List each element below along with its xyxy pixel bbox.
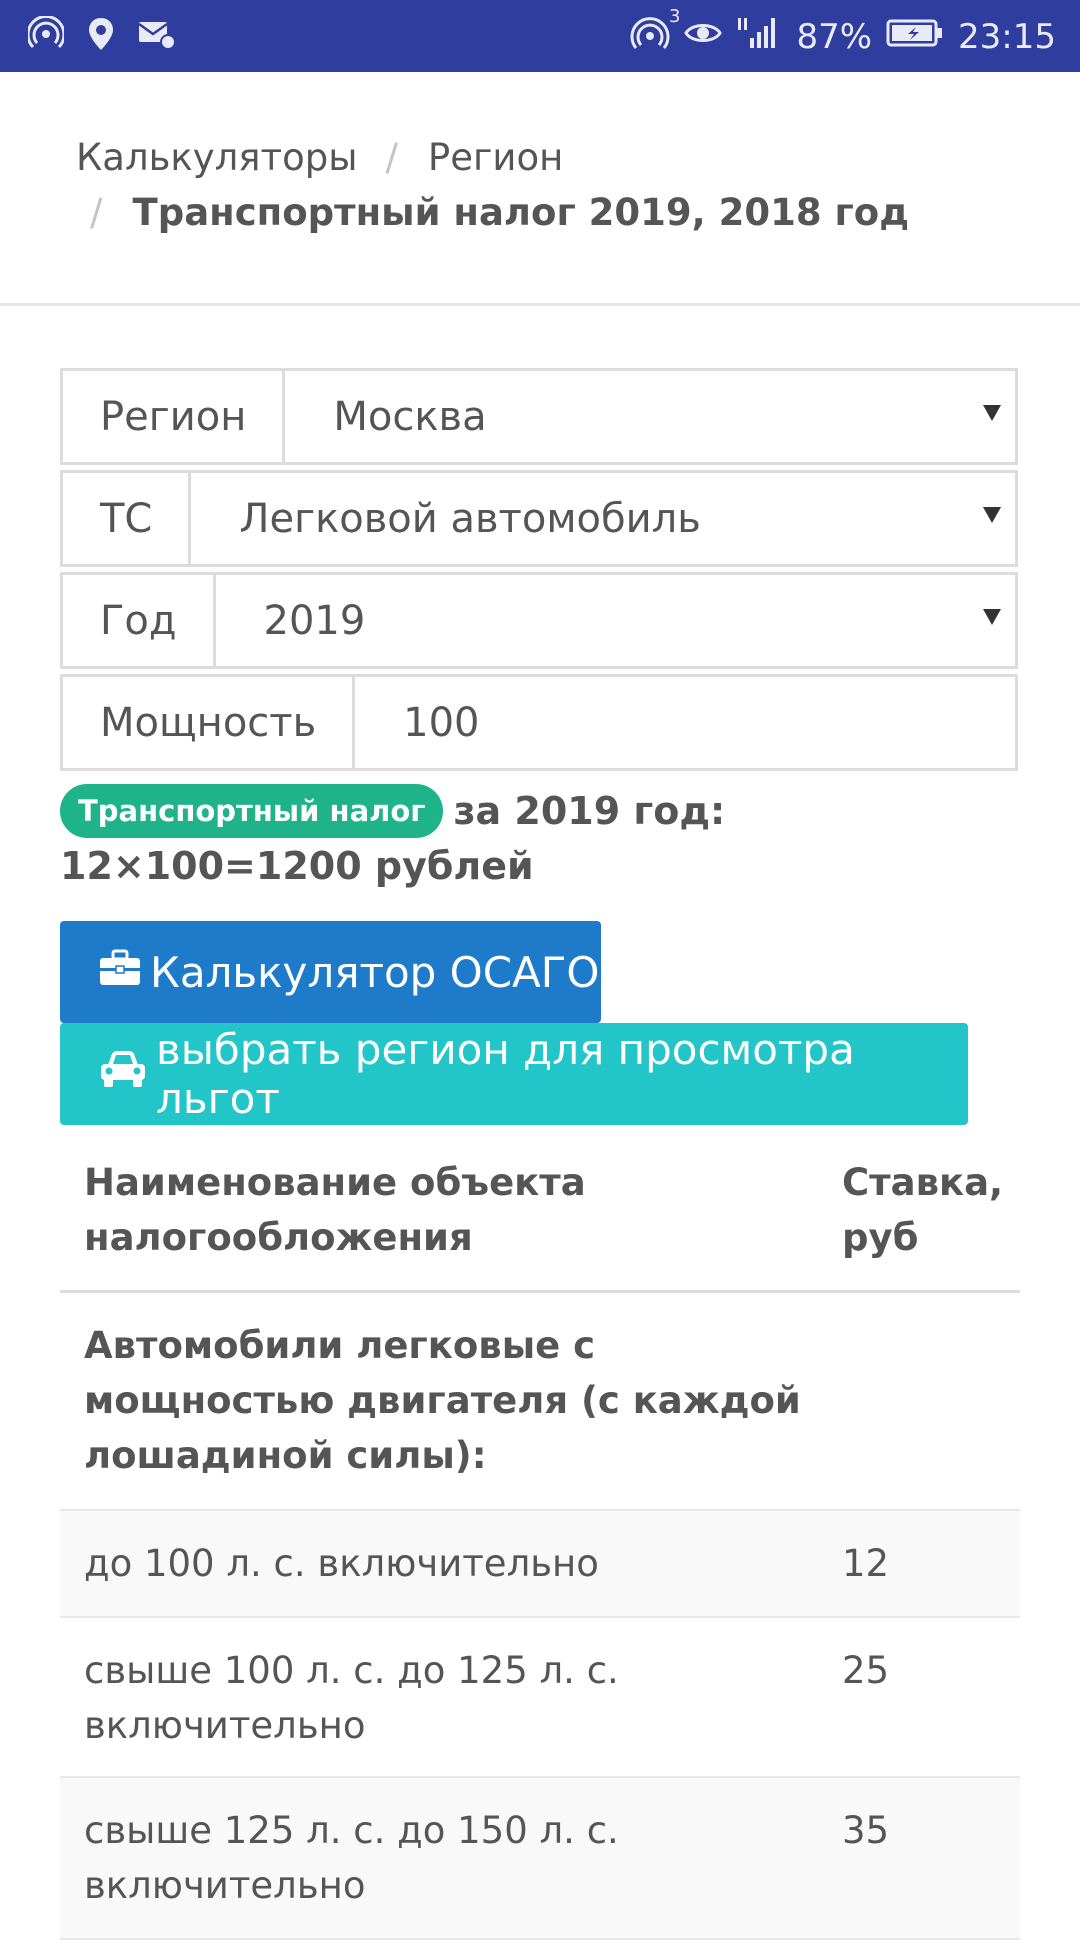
breadcrumb-calculators[interactable]: Калькуляторы	[76, 136, 357, 179]
location-pin-icon	[86, 16, 116, 56]
column-header-object: Наименование объекта налогообложения	[84, 1161, 586, 1259]
breadcrumb: Калькуляторы / Регион / Транспортный налог …	[76, 130, 1036, 234]
caret-down-icon	[983, 405, 1001, 421]
wifi-hotspot-icon: 3	[630, 6, 680, 59]
power-label: Мощность	[63, 677, 356, 768]
table-header-row: Наименование объекта налогообложения Ста…	[60, 1135, 1020, 1293]
year-select[interactable]: 2019	[216, 575, 1015, 666]
row-rate: 25	[842, 1649, 890, 1692]
power-value: 100	[403, 699, 480, 746]
breadcrumb-region[interactable]: Регион	[428, 136, 563, 179]
vehicle-value: Легковой автомобиль	[239, 495, 701, 542]
notification-icons	[26, 15, 176, 56]
row-rate: 12	[842, 1542, 890, 1585]
vehicle-select-row[interactable]: ТС Легковой автомобиль	[60, 470, 1018, 567]
car-icon	[98, 1049, 156, 1099]
status-bar: 3 87% 23:15	[0, 0, 1080, 72]
table-row: до 100 л. с. включительно 12	[60, 1511, 1020, 1618]
hotspot-icon	[26, 15, 66, 56]
tax-rate-table: Наименование объекта налогообложения Ста…	[60, 1135, 1020, 1940]
wifi-badge: 3	[668, 6, 681, 27]
table-section-row: Автомобили легковые с мощностью двигател…	[60, 1293, 1020, 1511]
clock: 23:15	[958, 16, 1056, 57]
header-divider	[0, 303, 1080, 306]
region-benefits-button-label: выбрать регион для просмотра льгот	[156, 1025, 855, 1123]
system-indicators: 3 87% 23:15	[630, 6, 1056, 59]
signal-icon	[736, 14, 782, 59]
osago-button-label: Калькулятор ОСАГО	[150, 947, 600, 997]
select-region-benefits-button[interactable]: выбрать регион для просмотра льгот	[60, 1023, 968, 1125]
tax-result: Транспортный налог за 2019 год: 12×100=12…	[60, 784, 1020, 894]
battery-percent: 87%	[796, 16, 873, 57]
briefcase-icon	[98, 948, 150, 997]
region-label: Регион	[63, 371, 286, 462]
region-select-row[interactable]: Регион Москва	[60, 368, 1018, 465]
power-input[interactable]: 100	[355, 677, 1015, 768]
caret-down-icon	[983, 507, 1001, 523]
row-name: свыше 100 л. с. до 125 л. с. включительн…	[84, 1649, 619, 1747]
power-input-row[interactable]: Мощность 100	[60, 674, 1018, 771]
region-value: Москва	[333, 393, 487, 440]
year-value: 2019	[263, 597, 366, 644]
vehicle-label: ТС	[63, 473, 192, 564]
row-name: свыше 125 л. с. до 150 л. с. включительн…	[84, 1809, 619, 1907]
region-select[interactable]: Москва	[285, 371, 1015, 462]
year-select-row[interactable]: Год 2019	[60, 572, 1018, 669]
vehicle-select[interactable]: Легковой автомобиль	[191, 473, 1015, 564]
breadcrumb-separator: /	[385, 136, 398, 179]
year-label: Год	[63, 575, 216, 666]
row-rate: 35	[842, 1809, 890, 1852]
caret-down-icon	[983, 609, 1001, 625]
eye-comfort-icon	[684, 17, 723, 57]
battery-charging-icon	[886, 17, 944, 57]
breadcrumb-current: Транспортный налог 2019, 2018 год	[132, 191, 910, 234]
osago-calculator-button[interactable]: Калькулятор ОСАГО	[60, 921, 601, 1023]
tax-badge: Транспортный налог	[60, 784, 444, 838]
table-row: свыше 100 л. с. до 125 л. с. включительн…	[60, 1618, 1020, 1778]
section-title: Автомобили легковые с мощностью двигател…	[84, 1324, 801, 1477]
mail-settings-icon	[138, 18, 176, 54]
table-row: свыше 125 л. с. до 150 л. с. включительн…	[60, 1778, 1020, 1940]
column-header-rate: Ставка, руб	[842, 1161, 1004, 1259]
breadcrumb-separator: /	[90, 191, 103, 234]
row-name: до 100 л. с. включительно	[84, 1542, 599, 1585]
